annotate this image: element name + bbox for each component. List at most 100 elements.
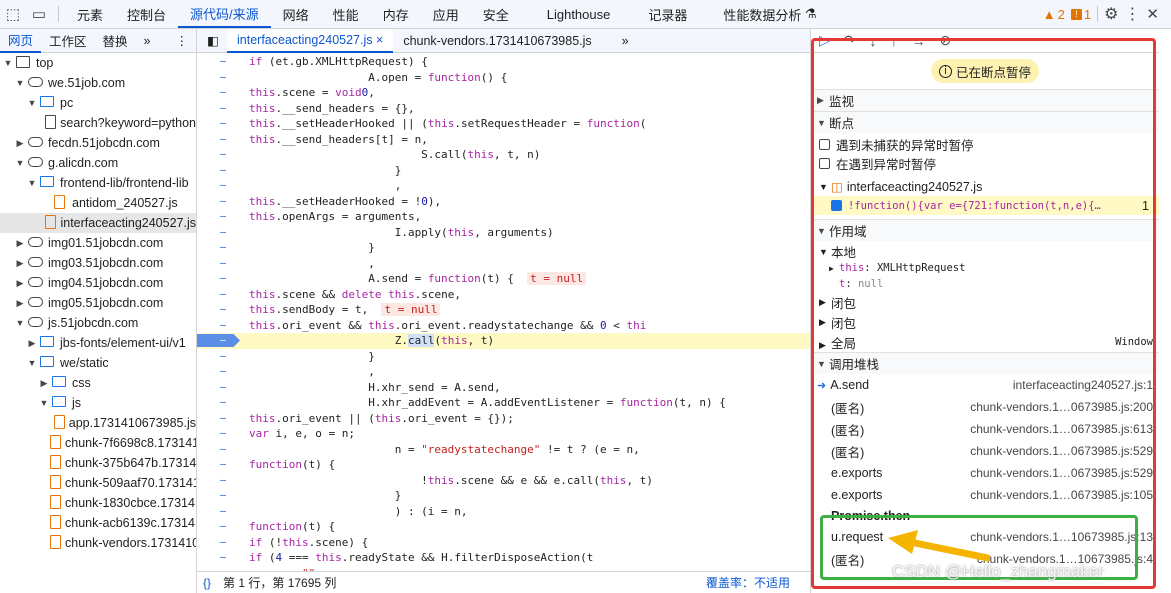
tree-item[interactable]: ▼ pc [0, 93, 196, 113]
gear-icon[interactable]: ⚙ [1104, 4, 1118, 24]
scope-global[interactable]: ▶ 全局 Window [811, 332, 1159, 352]
chevron-down-icon[interactable]: ▼ [26, 358, 38, 368]
tree-item[interactable]: ▶ img01.51jobcdn.com [0, 233, 196, 253]
frame-location[interactable]: chunk-vendors.1…0673985.js:529 [970, 444, 1153, 458]
inspect-element-icon[interactable]: ⬚ [0, 0, 26, 28]
line-gutter[interactable]: – [197, 335, 249, 346]
scope-local[interactable]: ▼ 本地 [811, 243, 1159, 260]
frame-location[interactable]: chunk-vendors.1…0673985.js:529 [970, 466, 1153, 480]
line-gutter[interactable]: – [197, 242, 249, 253]
more-tabs-icon[interactable]: » [136, 29, 159, 53]
pretty-print-icon[interactable]: {} [203, 576, 211, 590]
call-frame[interactable]: e.exports chunk-vendors.1…0673985.js:105 [811, 484, 1159, 506]
tab-performance[interactable]: 性能 [321, 0, 371, 28]
chevron-right-icon[interactable]: ▶ [14, 278, 26, 289]
tree-item[interactable]: ▼ js.51jobcdn.com [0, 313, 196, 333]
chevron-down-icon[interactable]: ▼ [14, 318, 26, 328]
watch-section[interactable]: ▶ 监视 [811, 89, 1159, 111]
device-toolbar-icon[interactable]: ▭ [26, 0, 52, 28]
line-gutter[interactable]: – [197, 196, 249, 207]
tree-item[interactable]: ▼ we/static [0, 353, 196, 373]
line-gutter[interactable]: – [197, 506, 249, 517]
frame-location[interactable]: interfaceacting240527.js:1 [1013, 378, 1153, 392]
line-gutter[interactable]: – [197, 382, 249, 393]
tree-item[interactable]: antidom_240527.js [0, 193, 196, 213]
frame-location[interactable]: chunk-vendors.1…10673985.js:13 [970, 530, 1153, 544]
line-gutter[interactable]: – [197, 103, 249, 114]
tree-item[interactable]: chunk-acb6139c.1731410673985.js [0, 513, 196, 533]
resume-icon[interactable]: ▷ [819, 32, 830, 49]
tree-item[interactable]: chunk-509aaf70.1731410673985.js [0, 473, 196, 493]
line-gutter[interactable]: – [197, 289, 249, 300]
pause-caught-checkbox[interactable]: 在遇到异常时暂停 [811, 154, 1159, 173]
tree-item[interactable]: ▶ img05.51jobcdn.com [0, 293, 196, 313]
line-gutter[interactable]: – [197, 444, 249, 455]
scope-var-t[interactable]: t: null [811, 276, 1159, 292]
step-into-icon[interactable]: ↓ [870, 33, 877, 49]
chevron-down-icon[interactable]: ▼ [26, 178, 38, 188]
scope-section[interactable]: ▼ 作用域 [811, 219, 1159, 241]
step-icon[interactable]: → [912, 33, 926, 49]
tab-page[interactable]: 网页 [0, 29, 42, 53]
chevron-down-icon[interactable]: ▼ [14, 78, 26, 88]
tree-item[interactable]: chunk-375b647b.1731410673985.js [0, 453, 196, 473]
line-gutter[interactable]: – [197, 165, 249, 176]
line-gutter[interactable]: – [197, 320, 249, 331]
line-gutter[interactable]: – [197, 258, 249, 269]
checkbox[interactable] [819, 139, 830, 150]
line-gutter[interactable]: – [197, 413, 249, 424]
tree-item[interactable]: ▶ css [0, 373, 196, 393]
chevron-right-icon[interactable]: ▶ [14, 238, 26, 249]
line-gutter[interactable]: – [197, 227, 249, 238]
line-gutter[interactable]: – [197, 134, 249, 145]
warnings-badge[interactable]: ▲ 2 [1043, 7, 1065, 22]
more-menu-icon[interactable]: ⋮ [1124, 4, 1140, 24]
line-gutter[interactable]: – [197, 211, 249, 222]
line-gutter[interactable]: – [197, 475, 249, 486]
call-frame[interactable]: (匿名) chunk-vendors.1…0673985.js:613 [811, 418, 1159, 440]
editor-tab[interactable]: chunk-vendors.1731410673985.js [393, 29, 601, 53]
breakpoint-item[interactable]: !function(){var e={721:function(t,n,e){…… [811, 196, 1159, 215]
checkbox[interactable] [819, 158, 830, 169]
frame-location[interactable]: chunk-vendors.1…0673985.js:200 [970, 400, 1153, 414]
line-gutter[interactable]: – [197, 351, 249, 362]
tab-elements[interactable]: 元素 [65, 0, 115, 28]
tab-workspace[interactable]: 工作区 [41, 29, 95, 53]
chevron-down-icon[interactable]: ▼ [26, 98, 38, 108]
scope-closure[interactable]: ▶ 闭包 [811, 292, 1159, 312]
tree-item[interactable]: ▼ we.51job.com [0, 73, 196, 93]
breakpoint-file[interactable]: ▼ ◫ interfaceacting240527.js [811, 177, 1159, 196]
tab-recorder[interactable]: 记录器 [636, 0, 699, 28]
line-gutter[interactable]: – [197, 366, 249, 377]
tree-item[interactable]: ▼ js [0, 393, 196, 413]
scope-closure[interactable]: ▶ 闭包 [811, 312, 1159, 332]
line-gutter[interactable]: – [197, 521, 249, 532]
call-frame[interactable]: e.exports chunk-vendors.1…0673985.js:529 [811, 462, 1159, 484]
chevron-right-icon[interactable]: ▶ [14, 258, 26, 269]
tree-item[interactable]: ▼ top [0, 53, 196, 73]
tree-item[interactable]: ▼ g.alicdn.com [0, 153, 196, 173]
line-gutter[interactable]: – [197, 118, 249, 129]
tab-performance-insights[interactable]: 性能数据分析 ⚗ [699, 0, 828, 28]
chevron-right-icon[interactable]: ▶ [26, 338, 38, 349]
tree-item[interactable]: app.1731410673985.js [0, 413, 196, 433]
close-icon[interactable]: × [376, 33, 383, 47]
line-gutter[interactable]: – [197, 552, 249, 563]
tab-sources[interactable]: 源代码/来源 [178, 0, 271, 28]
line-gutter[interactable]: – [197, 72, 249, 83]
editor-tab-active[interactable]: interfaceacting240527.js × [227, 29, 394, 53]
tab-memory[interactable]: 内存 [371, 0, 421, 28]
chevron-right-icon[interactable]: ▶ [14, 298, 26, 309]
line-gutter[interactable]: – [197, 56, 249, 67]
tree-item[interactable]: ▼ frontend-lib/frontend-lib [0, 173, 196, 193]
checkbox[interactable] [831, 200, 842, 211]
tab-application[interactable]: 应用 [421, 0, 471, 28]
chevron-down-icon[interactable]: ▼ [2, 58, 14, 68]
more-menu-icon[interactable]: ⋮ [168, 29, 197, 53]
pause-uncaught-checkbox[interactable]: 遇到未捕获的异常时暂停 [811, 135, 1159, 154]
call-frame[interactable]: ➜ A.send interfaceacting240527.js:1 [811, 374, 1159, 396]
close-icon[interactable]: ✕ [1146, 5, 1159, 23]
tree-item[interactable]: chunk-1830cbce.1731410673985.js [0, 493, 196, 513]
more-tabs-icon[interactable]: » [612, 29, 639, 53]
scope-var-this[interactable]: ▶ this: XMLHttpRequest [811, 260, 1159, 276]
